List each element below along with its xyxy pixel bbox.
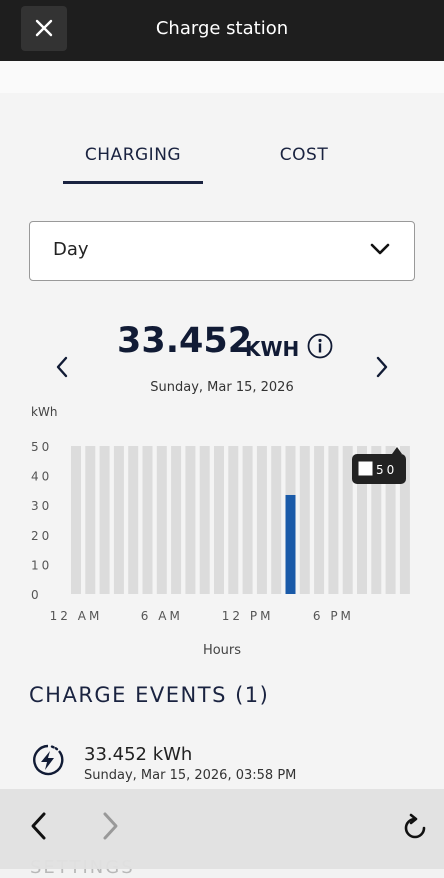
y-tick-label: 50: [31, 440, 52, 454]
forward-arrow-icon[interactable]: [101, 811, 121, 841]
background-bar: [156, 446, 167, 594]
y-tick-label: 20: [31, 529, 52, 543]
background-bar: [242, 446, 253, 594]
energy-total-unit: KWH: [245, 337, 300, 361]
background-bar: [256, 446, 267, 594]
chevron-down-icon: [370, 243, 390, 255]
tooltip-swatch: [358, 461, 373, 476]
period-select[interactable]: Day: [29, 221, 415, 281]
background-bar: [142, 446, 153, 594]
background-bar: [328, 446, 339, 594]
background-bar: [171, 446, 182, 594]
period-select-value: Day: [53, 239, 89, 260]
background-bar: [199, 446, 210, 594]
event-energy[interactable]: 33.452 kWh: [84, 744, 192, 765]
x-tick-label: 12 PM: [222, 609, 274, 623]
tab-cost[interactable]: COST: [244, 145, 364, 165]
y-tick-label: 40: [31, 470, 52, 484]
hourly-energy-chart: kWh 50 40 30 20 10 0 12 AM 6 AM 12 PM 6 PM Hours 50: [31, 405, 410, 658]
x-tick-label: 6 AM: [141, 609, 183, 623]
background-bar: [299, 446, 310, 594]
charge-events-title: CHARGE EVENTS (1): [29, 683, 270, 707]
background-bar: [71, 446, 81, 594]
background-bar: [228, 446, 239, 594]
header-strip: [0, 61, 444, 93]
energy-total-value: 33.452: [117, 321, 253, 361]
charging-bolt-icon: [33, 744, 64, 776]
background-bar: [342, 446, 353, 594]
y-tick-label: 10: [31, 558, 52, 572]
y-tick-label: 0: [31, 588, 42, 602]
page-title: Charge station: [155, 18, 289, 39]
background-bar: [128, 446, 139, 594]
summary-date: Sunday, Mar 15, 2026: [150, 380, 294, 395]
x-axis-label: Hours: [203, 643, 241, 658]
background-bar: [271, 446, 282, 594]
background-bar: [214, 446, 224, 594]
background-bar: [185, 446, 196, 594]
top-bar: Charge station: [0, 0, 444, 61]
event-date: Sunday, Mar 15, 2026, 03:58 PM: [84, 768, 297, 783]
previous-day-button[interactable]: [55, 356, 69, 378]
next-day-button[interactable]: [375, 356, 389, 378]
y-axis-label: kWh: [31, 405, 57, 419]
tooltip-value: 50: [376, 463, 397, 477]
background-bar: [314, 446, 325, 594]
browser-bottom-bar: [0, 789, 444, 869]
reload-icon[interactable]: [400, 813, 430, 843]
info-icon[interactable]: [307, 333, 333, 359]
x-tick-label: 6 PM: [313, 609, 354, 623]
tab-charging[interactable]: CHARGING: [63, 145, 203, 165]
data-bar: [285, 494, 296, 594]
background-bar: [113, 446, 124, 594]
back-arrow-icon[interactable]: [28, 811, 48, 841]
active-tab-indicator: [63, 181, 203, 184]
y-tick-label: 30: [31, 499, 52, 513]
background-bar: [99, 446, 110, 594]
x-tick-label: 12 AM: [50, 609, 103, 623]
background-bar: [85, 446, 96, 594]
